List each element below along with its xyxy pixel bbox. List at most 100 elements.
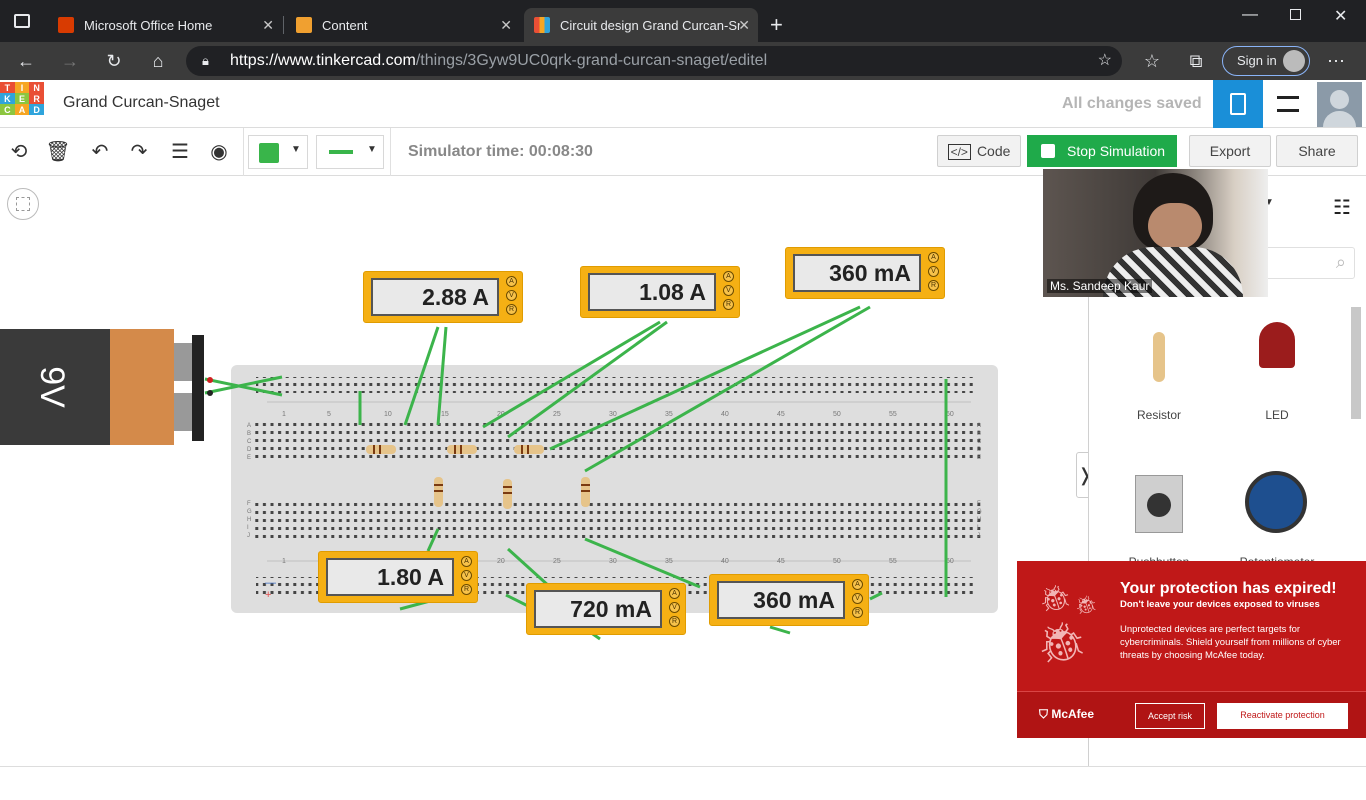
accept-risk-button[interactable]: Accept risk	[1135, 703, 1205, 729]
reactivate-protection-button[interactable]: Reactivate protection	[1217, 703, 1348, 729]
logo-letter: T	[0, 82, 15, 93]
meter-mode-dials[interactable]: AVR	[506, 276, 518, 318]
meter-mode-dials[interactable]: AVR	[669, 588, 681, 630]
lock-icon: 🔒︎	[202, 53, 209, 68]
logo-letter	[14, 115, 30, 126]
alert-title: Your protection has expired!	[1120, 580, 1337, 597]
battery-leads	[207, 377, 213, 396]
maximize-icon[interactable]	[1290, 9, 1301, 20]
new-tab-icon[interactable]: +	[770, 12, 783, 38]
alert-subtitle: Don't leave your devices exposed to viru…	[1120, 599, 1320, 610]
multimeter[interactable]: 2.88 A AVR	[363, 271, 523, 323]
color-picker[interactable]: ▼	[248, 135, 308, 169]
meter-mode-dials[interactable]: AVR	[928, 252, 940, 294]
tinkercad-logo[interactable]: T I N K E R C A D	[0, 82, 44, 126]
wire-type-picker[interactable]: ▼	[316, 135, 384, 169]
meter-mode-dials[interactable]: AVR	[852, 579, 864, 621]
window-close-icon[interactable]: ✕	[1334, 6, 1347, 26]
app-header: T I N K E R C A D Grand Curcan-Snaget Al…	[0, 80, 1366, 128]
code-label: Code	[976, 143, 1011, 159]
close-icon[interactable]: ✕	[262, 17, 274, 34]
close-icon[interactable]: ✕	[500, 17, 512, 34]
share-button[interactable]: Share	[1276, 135, 1358, 167]
multimeter[interactable]: 360 mA AVR	[785, 247, 945, 299]
meter-mode-dials[interactable]: AVR	[723, 271, 735, 313]
tab-label: Microsoft Office Home	[84, 17, 213, 33]
panel-scrollbar[interactable]	[1351, 307, 1361, 419]
back-icon[interactable]: ←	[14, 50, 38, 72]
tab-content[interactable]: Content ✕	[286, 8, 520, 42]
meter-reading: 720 mA	[534, 590, 662, 628]
office-icon	[58, 17, 74, 33]
code-button[interactable]: </> Code	[937, 135, 1021, 167]
stop-simulation-button[interactable]: Stop Simulation	[1027, 135, 1177, 167]
logo-letter: I	[14, 82, 30, 93]
component-label: LED	[1265, 408, 1289, 422]
avatar-body	[1323, 111, 1356, 127]
multimeter[interactable]: 360 mA AVR	[709, 574, 869, 626]
add-favorite-icon[interactable]: ☆	[1098, 46, 1112, 76]
delete-icon[interactable]: 🗑︎	[45, 140, 71, 164]
undo-icon[interactable]: ↶	[87, 140, 113, 164]
favorites-icon[interactable]: ☆	[1140, 50, 1164, 72]
multimeter[interactable]: 720 mA AVR	[526, 583, 686, 635]
rotate-icon[interactable]: ⟲	[6, 140, 32, 164]
video-call-tile[interactable]: Ms. Sandeep Kaur	[1043, 169, 1268, 297]
bug-icon: 🐞︎	[1039, 583, 1073, 613]
brand-label: McAfee	[1051, 707, 1095, 721]
collections-icon[interactable]: ⧉	[1184, 50, 1208, 72]
tab-label: Circuit design Grand Curcan-Sna	[560, 17, 740, 33]
logo-letter: N	[29, 82, 44, 93]
alert-footer: ⛉ McAfee Accept risk Reactivate protecti…	[1017, 691, 1366, 738]
person-face	[1148, 203, 1202, 249]
circuit-view-button[interactable]	[1213, 80, 1263, 128]
potentiometer-icon	[1245, 471, 1307, 533]
url-field[interactable]: 🔒︎ https://www.tinkercad.com/things/3Gyw…	[186, 46, 1122, 76]
chevron-down-icon: ▼	[291, 144, 301, 155]
bug-icon: 🐞︎	[1037, 621, 1088, 665]
component-resistor[interactable]: Resistor	[1109, 322, 1209, 432]
search-icon: ⌕	[1335, 252, 1346, 272]
component-list-button[interactable]	[1263, 80, 1313, 128]
more-icon[interactable]: ⋯	[1324, 50, 1348, 72]
notes-icon[interactable]: ☰	[167, 140, 193, 164]
meter-reading: 1.08 A	[588, 273, 716, 311]
resistor-icon	[1153, 332, 1165, 382]
refresh-icon[interactable]: ↻	[102, 50, 126, 72]
eye-icon[interactable]: ◉	[206, 140, 232, 164]
page-bottom-edge	[0, 766, 1366, 800]
mcafee-logo: ⛉ McAfee	[1039, 707, 1094, 722]
simulator-time: Simulator time: 00:08:30	[408, 143, 593, 160]
tab-office-home[interactable]: Microsoft Office Home ✕	[48, 8, 282, 42]
meter-reading: 360 mA	[793, 254, 921, 292]
component-filter-dropdown[interactable]: ▼	[1264, 197, 1296, 217]
multimeter[interactable]: 1.80 A AVR	[318, 551, 478, 603]
list-icon[interactable]: ☷	[1333, 195, 1351, 220]
url-host: https://www.tinkercad.com	[230, 52, 416, 69]
circuit-canvas[interactable]: 9V — + 115510101515202025253030353540404…	[0, 177, 1094, 767]
component-led[interactable]: LED	[1227, 322, 1327, 432]
meter-mode-dials[interactable]: AVR	[461, 556, 473, 598]
home-icon[interactable]: ⌂	[146, 50, 170, 72]
user-avatar[interactable]	[1317, 82, 1362, 127]
design-title[interactable]: Grand Curcan-Snaget	[63, 94, 220, 112]
chevron-down-icon: ▼	[367, 144, 377, 155]
wire-style-icon	[329, 150, 353, 154]
minimize-icon[interactable]: —	[1242, 6, 1258, 24]
participant-name: Ms. Sandeep Kaur	[1047, 279, 1153, 293]
component-pushbutton[interactable]: Pushbutton	[1109, 467, 1209, 569]
redo-icon[interactable]: ↷	[126, 140, 152, 164]
tab-actions-icon[interactable]	[14, 14, 30, 28]
logo-letter: D	[29, 104, 44, 115]
close-icon[interactable]: ✕	[738, 17, 750, 34]
forward-icon[interactable]: →	[58, 50, 82, 72]
shield-icon: ⛉	[1039, 707, 1052, 721]
sign-in-button[interactable]: Sign in	[1222, 46, 1310, 76]
mcafee-alert-popup[interactable]: 🐞︎ 🐞︎ 🐞︎ Your protection has expired! Do…	[1017, 561, 1366, 738]
tab-label: Content	[322, 17, 368, 33]
export-button[interactable]: Export	[1189, 135, 1271, 167]
multimeter[interactable]: 1.08 A AVR	[580, 266, 740, 318]
tab-circuit-design[interactable]: Circuit design Grand Curcan-Sna ✕	[524, 8, 758, 42]
bug-icon: 🐞︎	[1075, 595, 1098, 615]
component-potentiometer[interactable]: Potentiometer	[1227, 467, 1327, 569]
